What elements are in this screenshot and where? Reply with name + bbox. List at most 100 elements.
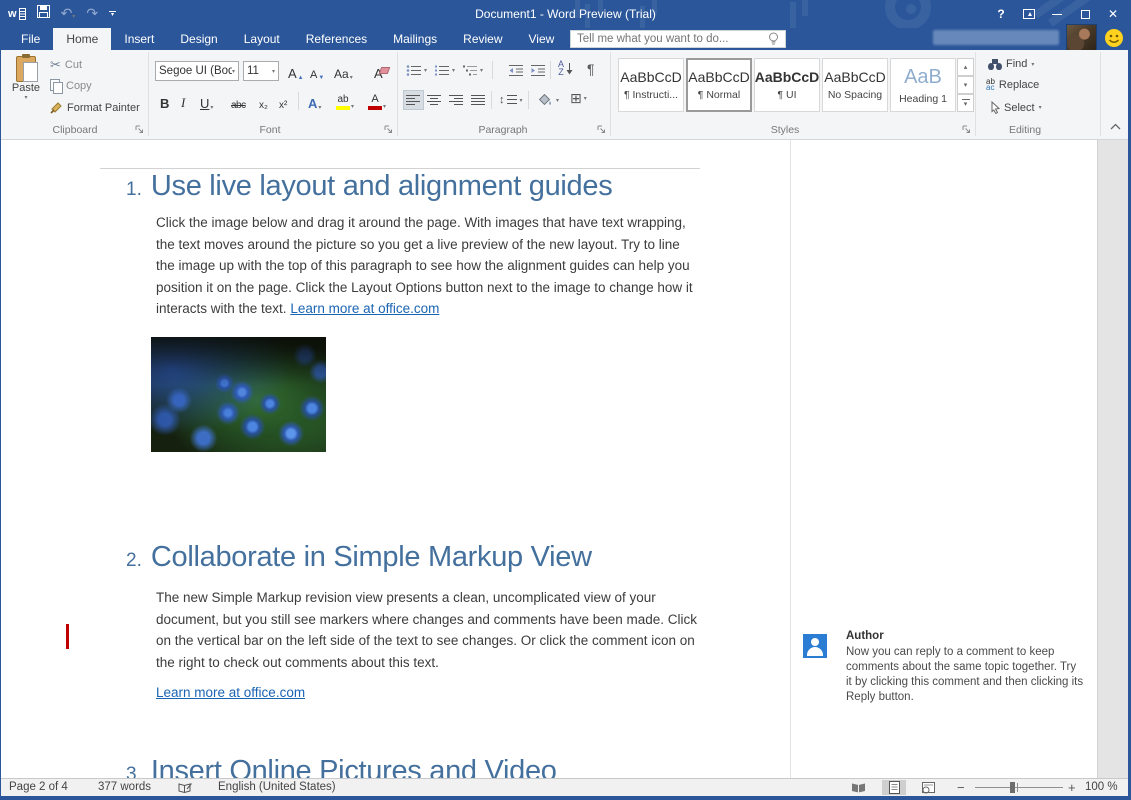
- font-color-button[interactable]: A▾: [366, 90, 388, 110]
- clipboard-group-label: Clipboard: [20, 124, 130, 136]
- clipboard-dialog-launcher[interactable]: [135, 125, 145, 135]
- tab-layout[interactable]: Layout: [231, 28, 293, 50]
- bullets-button[interactable]: ▾: [404, 60, 429, 80]
- language-indicator[interactable]: English (United States): [218, 781, 336, 793]
- align-center-button[interactable]: [425, 90, 444, 110]
- heading-3[interactable]: 3. Insert Online Pictures and Video: [126, 755, 557, 778]
- numbering-button[interactable]: ▾: [432, 60, 457, 80]
- multilevel-list-button[interactable]: ▾: [460, 60, 485, 80]
- zoom-level[interactable]: 100 %: [1085, 781, 1118, 793]
- styles-more-button[interactable]: ▾: [957, 94, 974, 112]
- tab-file[interactable]: File: [8, 28, 53, 50]
- tab-home[interactable]: Home: [53, 28, 111, 50]
- style-card-heading1[interactable]: AaB Heading 1: [890, 58, 956, 112]
- line-spacing-button[interactable]: ↕ ▾: [497, 90, 525, 110]
- shrink-font-button[interactable]: A▼: [308, 61, 326, 81]
- cut-button[interactable]: ✂ Cut: [50, 57, 82, 73]
- justify-button[interactable]: [469, 90, 488, 110]
- numbering-icon: [434, 64, 450, 77]
- shading-button[interactable]: ▾: [536, 90, 561, 110]
- styles-scroll-up-button[interactable]: ▴: [957, 58, 974, 76]
- help-button[interactable]: ?: [987, 0, 1015, 28]
- font-name-combo[interactable]: Segoe UI (Bod▾: [155, 61, 239, 81]
- office-link-1[interactable]: Learn more at office.com: [290, 301, 439, 316]
- close-button[interactable]: ✕: [1099, 0, 1127, 28]
- user-avatar[interactable]: [1066, 24, 1097, 52]
- find-button[interactable]: Find ▾: [988, 58, 1034, 70]
- heading-1[interactable]: 1. Use live layout and alignment guides: [126, 170, 612, 203]
- revision-change-bar[interactable]: [66, 624, 69, 649]
- style-card-normal[interactable]: AaBbCcD ¶ Normal: [686, 58, 752, 112]
- styles-scroll-down-button[interactable]: ▾: [957, 76, 974, 94]
- sort-button[interactable]: A Z: [556, 58, 575, 78]
- underline-button[interactable]: U▾: [198, 91, 215, 111]
- office-link-2[interactable]: Learn more at office.com: [156, 685, 305, 700]
- borders-button[interactable]: ⊞ ▾: [568, 88, 589, 108]
- paste-button[interactable]: Paste ▾: [6, 54, 46, 128]
- text-highlight-button[interactable]: ab▾: [334, 90, 356, 110]
- divider: [298, 92, 299, 110]
- tell-me-input[interactable]: [577, 33, 762, 45]
- collapse-ribbon-button[interactable]: [1110, 122, 1121, 133]
- format-painter-button[interactable]: Format Painter: [50, 101, 140, 114]
- subscript-button[interactable]: x₂: [257, 91, 270, 111]
- read-mode-button[interactable]: [846, 780, 870, 795]
- align-left-button[interactable]: [403, 90, 424, 110]
- group-separator: [148, 52, 149, 136]
- decrease-indent-button[interactable]: [506, 60, 526, 80]
- tell-me-box[interactable]: [570, 30, 786, 48]
- grow-font-button[interactable]: A▲: [286, 61, 306, 81]
- flowers-image[interactable]: [151, 337, 326, 452]
- show-hide-pilcrow-button[interactable]: ¶: [585, 59, 597, 79]
- styles-dialog-launcher[interactable]: [962, 125, 972, 135]
- style-card-no-spacing[interactable]: AaBbCcD No Spacing: [822, 58, 888, 112]
- change-case-button[interactable]: Aa▾: [332, 61, 355, 81]
- divider: [550, 61, 551, 79]
- decrease-indent-icon: [508, 64, 524, 77]
- align-right-button[interactable]: [447, 90, 466, 110]
- page-indicator[interactable]: Page 2 of 4: [9, 781, 68, 793]
- paragraph-dialog-launcher[interactable]: [597, 125, 607, 135]
- heading-2[interactable]: 2. Collaborate in Simple Markup View: [126, 541, 592, 574]
- paste-label: Paste: [12, 82, 40, 94]
- zoom-slider-thumb[interactable]: [1010, 782, 1015, 793]
- document-canvas[interactable]: 1. Use live layout and alignment guides …: [0, 140, 790, 778]
- tab-mailings[interactable]: Mailings: [380, 28, 450, 50]
- bullets-icon: [406, 64, 422, 77]
- strikethrough-button[interactable]: abc: [229, 91, 248, 111]
- feedback-smiley-button[interactable]: [1104, 28, 1124, 48]
- font-dialog-launcher[interactable]: [384, 125, 394, 135]
- style-card-instructions[interactable]: AaBbCcD ¶ Instructi...: [618, 58, 684, 112]
- copy-button[interactable]: Copy: [50, 79, 92, 92]
- numbering-dropdown-arrow: ▾: [452, 67, 455, 74]
- tab-design[interactable]: Design: [167, 28, 230, 50]
- web-layout-button[interactable]: [916, 780, 940, 795]
- superscript-button[interactable]: x²: [277, 91, 289, 111]
- zoom-in-button[interactable]: +: [1068, 780, 1076, 795]
- increase-indent-button[interactable]: [528, 60, 548, 80]
- text-effects-button[interactable]: A▾: [306, 91, 323, 111]
- zoom-out-button[interactable]: −: [957, 780, 965, 795]
- tab-review[interactable]: Review: [450, 28, 515, 50]
- paragraph-2[interactable]: The new Simple Markup revision view pres…: [156, 587, 702, 673]
- proofing-status-button[interactable]: [178, 782, 192, 797]
- vertical-scrollbar[interactable]: [1097, 140, 1128, 778]
- clear-formatting-button[interactable]: A: [372, 61, 385, 81]
- tab-insert[interactable]: Insert: [111, 28, 167, 50]
- italic-button[interactable]: I: [179, 91, 187, 111]
- print-layout-button[interactable]: [882, 780, 906, 795]
- bold-button[interactable]: B: [158, 91, 171, 111]
- style-card-ui[interactable]: AaBbCcD ¶ UI: [754, 58, 820, 112]
- ribbon-display-options-button[interactable]: [1015, 0, 1043, 28]
- divider: [528, 91, 529, 109]
- paste-dropdown-arrow[interactable]: ▾: [24, 94, 27, 101]
- paragraph-1[interactable]: Click the image below and drag it around…: [156, 212, 702, 320]
- word-count[interactable]: 377 words: [98, 781, 151, 793]
- divider: [492, 61, 493, 79]
- font-size-combo[interactable]: 11▾: [243, 61, 279, 81]
- tab-view[interactable]: View: [516, 28, 568, 50]
- select-button[interactable]: Select ▾: [990, 101, 1042, 114]
- replace-button[interactable]: abac Replace: [986, 79, 1039, 91]
- zoom-slider-track[interactable]: [975, 787, 1063, 788]
- tab-references[interactable]: References: [293, 28, 380, 50]
